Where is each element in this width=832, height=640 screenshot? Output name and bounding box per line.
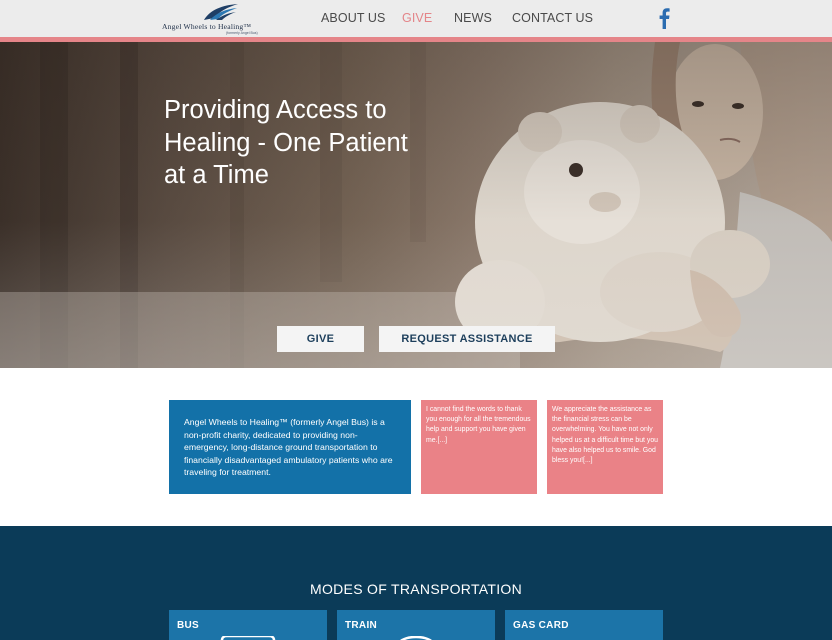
hero-heading: Providing Access to Healing - One Patien… — [164, 96, 408, 189]
page: Angel Wheels to Healing™ (formerly Angel… — [0, 0, 832, 640]
mode-label: GAS CARD — [513, 620, 569, 631]
testimonial-card[interactable]: We appreciate the assistance as the fina… — [547, 400, 663, 494]
testimonial-text: I cannot find the words to thank you eno… — [426, 406, 531, 444]
give-button[interactable]: GIVE — [277, 326, 364, 352]
testimonial-text: We appreciate the assistance as the fina… — [552, 406, 658, 465]
nav-news[interactable]: NEWS — [454, 11, 492, 25]
mode-label: BUS — [177, 620, 200, 631]
site-logo[interactable]: Angel Wheels to Healing™ (formerly Angel… — [162, 2, 280, 36]
facebook-icon[interactable] — [658, 7, 670, 29]
wing-logo-icon — [204, 4, 238, 20]
hero-overlay — [0, 42, 832, 368]
mode-card-bus[interactable]: BUS — [169, 610, 327, 640]
hero-banner: Providing Access to Healing - One Patien… — [0, 42, 832, 368]
logo-subtitle: (formerly Angel Bus) — [226, 31, 258, 35]
logo-name: Angel Wheels to Healing™ — [162, 22, 252, 31]
nav-contact-us[interactable]: CONTACT US — [512, 11, 593, 25]
modes-section: MODES OF TRANSPORTATION BUS TRAIN GAS CA… — [0, 526, 832, 640]
testimonial-card[interactable]: I cannot find the words to thank you eno… — [421, 400, 537, 494]
about-summary-text: Angel Wheels to Healing™ (formerly Angel… — [184, 417, 393, 478]
request-assistance-button[interactable]: REQUEST ASSISTANCE — [379, 326, 555, 352]
mode-card-gas-card[interactable]: GAS CARD — [505, 610, 663, 640]
modes-heading: MODES OF TRANSPORTATION — [310, 581, 522, 597]
train-icon — [400, 636, 432, 640]
bus-icon — [220, 636, 276, 640]
site-header: Angel Wheels to Healing™ (formerly Angel… — [0, 0, 832, 37]
mode-card-train[interactable]: TRAIN — [337, 610, 495, 640]
mode-label: TRAIN — [345, 620, 378, 631]
nav-about-us[interactable]: ABOUT US — [321, 11, 385, 25]
nav-give[interactable]: GIVE — [402, 11, 432, 25]
about-summary-box: Angel Wheels to Healing™ (formerly Angel… — [169, 400, 411, 494]
